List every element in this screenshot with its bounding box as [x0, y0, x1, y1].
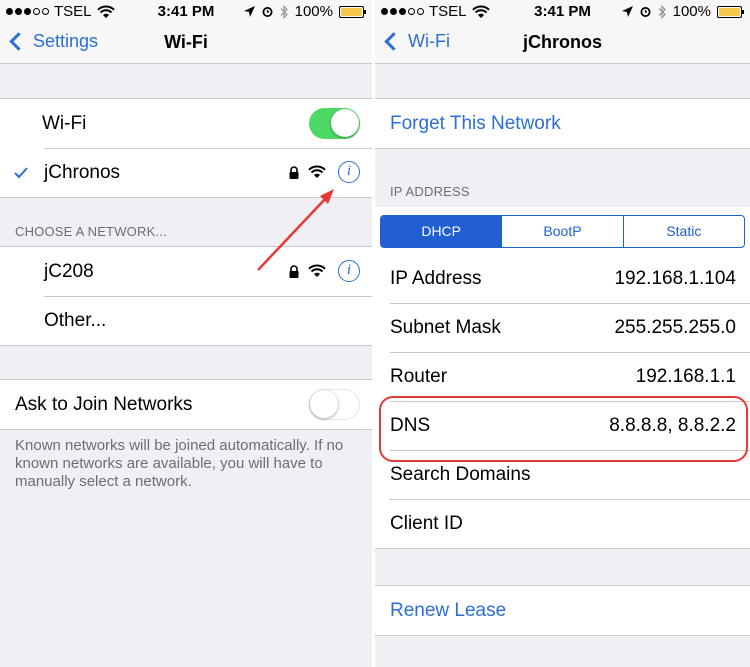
wifi-signal-icon [308, 165, 326, 178]
info-icon[interactable]: i [338, 260, 360, 282]
subnet-mask-label: Subnet Mask [390, 316, 501, 338]
wifi-toggle-row: Wi-Fi [0, 99, 372, 148]
ask-join-label: Ask to Join Networks [15, 393, 193, 415]
info-icon[interactable]: i [338, 161, 360, 183]
ask-join-toggle[interactable] [309, 389, 360, 420]
lock-icon [289, 166, 299, 179]
battery-percent: 100% [294, 3, 333, 20]
subnet-mask-row: Subnet Mask 255.255.255.0 [375, 303, 750, 352]
ask-join-footer: Known networks will be joined automatica… [15, 437, 344, 490]
battery-percent: 100% [672, 3, 711, 20]
network-detail-screen: TSEL 3:41 PM 100% Wi-Fi jChronos Forget … [375, 0, 750, 667]
ip-mode-segmented-control: DHCP BootP Static [380, 215, 745, 248]
network-row-other[interactable]: Other... [0, 296, 372, 345]
ask-join-group: Ask to Join Networks [0, 379, 372, 430]
location-arrow-icon [621, 6, 633, 17]
connected-network-row[interactable]: jChronos i [0, 148, 372, 197]
navigation-bar: Settings Wi-Fi [0, 22, 372, 64]
renew-lease-row[interactable]: Renew Lease [375, 586, 750, 635]
choose-network-header: CHOOSE A NETWORK... [15, 224, 167, 239]
status-bar: TSEL 3:41 PM 100% [375, 0, 750, 22]
lock-icon [289, 265, 299, 278]
battery-icon [717, 5, 744, 18]
network-row-jc208[interactable]: jC208 i [0, 247, 372, 296]
client-id-label: Client ID [390, 512, 463, 534]
segment-static[interactable]: Static [622, 216, 744, 247]
ip-mode-row: DHCP BootP Static [375, 207, 750, 254]
navigation-bar: Wi-Fi jChronos [375, 22, 750, 64]
other-network-label: Other... [44, 309, 107, 331]
ip-address-value: 192.168.1.104 [614, 267, 736, 289]
status-bar: TSEL 3:41 PM 100% [0, 0, 372, 22]
ask-join-row: Ask to Join Networks [0, 380, 372, 429]
segment-bootp[interactable]: BootP [501, 216, 622, 247]
client-id-row[interactable]: Client ID [375, 499, 750, 548]
dns-highlight-annotation [379, 396, 748, 462]
subnet-mask-value: 255.255.255.0 [614, 316, 736, 338]
bluetooth-icon [658, 4, 666, 19]
ip-address-row: IP Address 192.168.1.104 [375, 254, 750, 303]
search-domains-label: Search Domains [390, 463, 531, 485]
wifi-toggle-label: Wi-Fi [42, 112, 87, 134]
battery-icon [339, 5, 366, 18]
router-label: Router [390, 365, 448, 387]
forget-group: Forget This Network [375, 98, 750, 149]
alarm-icon [640, 7, 651, 17]
alarm-icon [262, 7, 273, 17]
network-name: jC208 [44, 260, 94, 282]
wifi-group: Wi-Fi jChronos i [0, 98, 372, 198]
checkmark-icon [14, 167, 28, 179]
page-title: jChronos [523, 32, 602, 52]
router-value: 192.168.1.1 [635, 365, 736, 387]
renew-lease-button[interactable]: Renew Lease [390, 600, 506, 622]
renew-group: Renew Lease [375, 585, 750, 636]
network-list: jC208 i Other... [0, 246, 372, 346]
connected-network-name: jChronos [44, 161, 121, 183]
router-row: Router 192.168.1.1 [375, 352, 750, 401]
ip-address-header: IP ADDRESS [390, 184, 470, 199]
segment-dhcp[interactable]: DHCP [381, 216, 502, 247]
forget-network-row[interactable]: Forget This Network [375, 99, 750, 148]
forget-network-button[interactable]: Forget This Network [390, 113, 561, 135]
location-arrow-icon [243, 6, 255, 17]
wifi-toggle[interactable] [309, 108, 360, 139]
bluetooth-icon [280, 4, 288, 19]
wifi-settings-screen: TSEL 3:41 PM 100% Settings Wi-Fi Wi-Fi j… [0, 0, 372, 667]
ip-address-label: IP Address [390, 267, 482, 289]
page-title: Wi-Fi [164, 32, 208, 52]
ip-settings-group: DHCP BootP Static IP Address 192.168.1.1… [375, 207, 750, 549]
wifi-signal-icon [308, 264, 326, 277]
